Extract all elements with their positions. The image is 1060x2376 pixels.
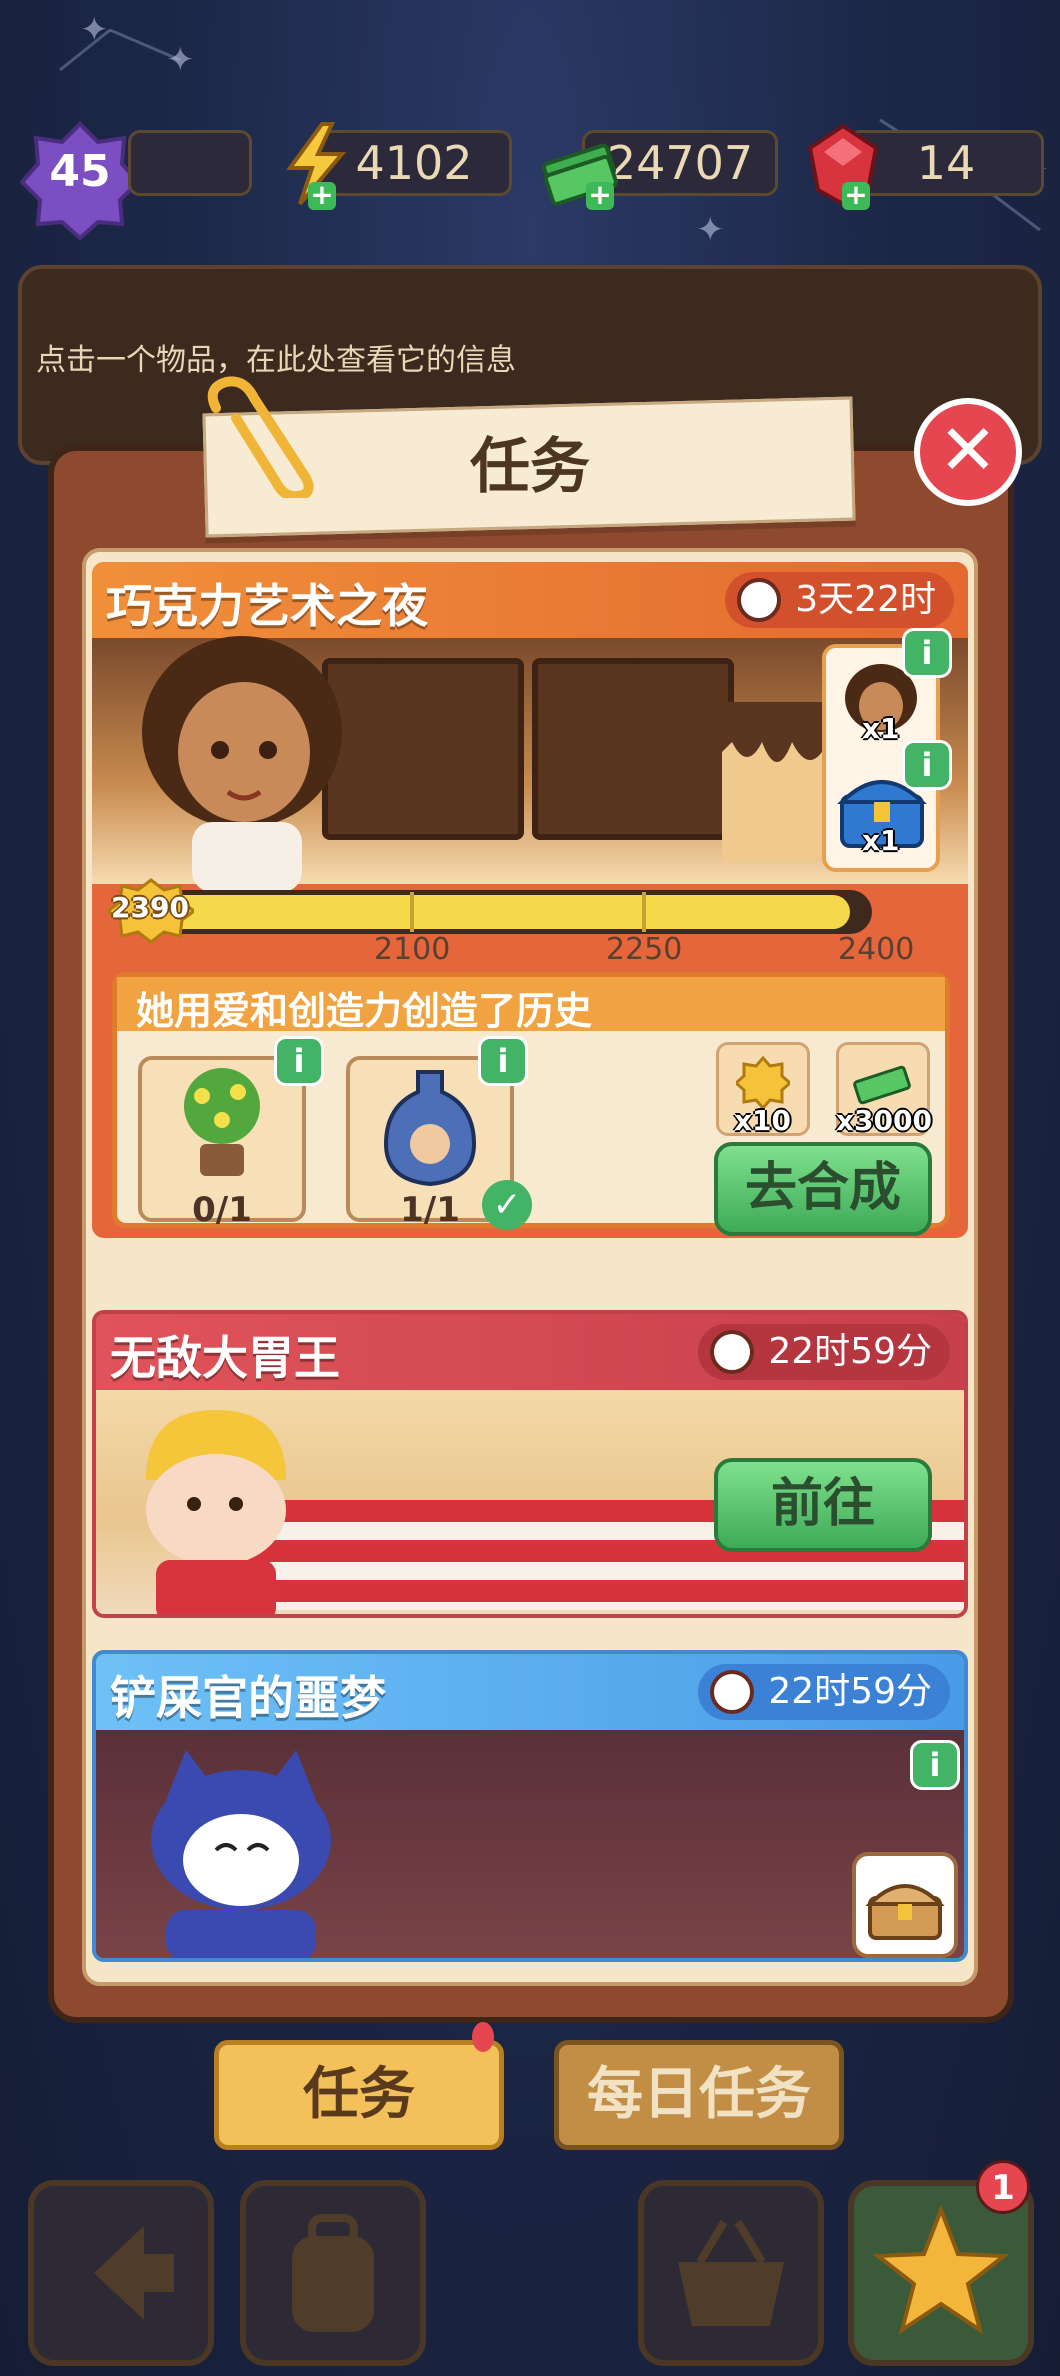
chocolate-drip-cake-icon	[722, 702, 822, 862]
timer-text: 3天22时	[795, 579, 936, 620]
add-cash-button[interactable]: +	[586, 181, 614, 210]
backpack-button[interactable]	[240, 2180, 426, 2366]
level-progress-bar	[128, 130, 252, 196]
current-score: 2390	[111, 891, 189, 924]
quest-title: 铲屎官的噩梦	[110, 1671, 386, 1725]
info-button[interactable]: i	[478, 1036, 528, 1086]
quest-card-cat-owner: 铲屎官的噩梦 22时59分 i	[92, 1650, 968, 1962]
milestone-label: 2100	[374, 932, 451, 967]
quest-timer: 3天22时	[725, 572, 954, 628]
timer-text: 22时59分	[768, 1671, 932, 1712]
potted-plant-icon	[184, 1068, 260, 1176]
reward-amount: x10	[734, 1104, 792, 1137]
backpack-icon	[292, 2214, 374, 2332]
level-number: 45	[49, 146, 111, 197]
tab-quests[interactable]: 任务	[214, 2040, 504, 2150]
clock-icon	[737, 578, 782, 622]
clock-icon	[710, 1330, 755, 1374]
info-button[interactable]: i	[902, 740, 952, 790]
tab-daily-quests[interactable]: 每日任务	[554, 2040, 844, 2150]
requirement-count: 0/1	[192, 1190, 252, 1230]
star-icon: ✦	[80, 10, 109, 50]
quest-timer: 22时59分	[698, 1664, 950, 1720]
back-arrow-icon	[94, 2226, 174, 2320]
info-button[interactable]: i	[274, 1036, 324, 1086]
cat-character-portrait	[151, 1750, 331, 1958]
quest-title: 无敌大胃王	[110, 1331, 340, 1385]
artist-character-portrait	[142, 636, 342, 892]
back-button[interactable]	[28, 2180, 214, 2366]
go-merge-button[interactable]: 去合成	[714, 1142, 932, 1236]
vase-icon	[383, 1070, 477, 1187]
star-icon: ✦	[696, 210, 725, 250]
chef-character-portrait	[146, 1410, 286, 1614]
reward-amount: x1	[862, 824, 900, 857]
milestone-divider	[410, 892, 414, 932]
go-to-button[interactable]: 前往	[714, 1458, 932, 1552]
quest-description: 她用爱和创造力创造了历史	[136, 989, 593, 1033]
timer-text: 22时59分	[768, 1331, 932, 1372]
quest-progress-fill	[126, 895, 850, 929]
milestone-divider	[642, 892, 646, 932]
milestone-label: 2250	[606, 932, 683, 967]
panel-title: 任务	[470, 432, 590, 502]
info-button[interactable]: i	[902, 628, 952, 678]
reward-amount: x1	[862, 712, 900, 745]
tab-notification-dot	[472, 2022, 494, 2052]
add-gems-button[interactable]: +	[842, 181, 870, 210]
milestone-label: 2400	[838, 932, 915, 967]
basket-icon	[678, 2219, 784, 2326]
notification-badge: 1	[976, 2160, 1030, 2214]
reward-chest-slot[interactable]	[852, 1852, 958, 1958]
add-energy-button[interactable]: +	[308, 181, 336, 210]
completed-check-icon: ✓	[482, 1180, 532, 1230]
reward-amount: x3000	[836, 1104, 932, 1137]
clock-icon	[710, 1670, 755, 1714]
info-button[interactable]: i	[910, 1740, 960, 1790]
close-button[interactable]: ✕	[914, 398, 1022, 506]
quest-timer: 22时59分	[698, 1324, 950, 1380]
coin-flower-icon	[736, 1056, 790, 1110]
shop-basket-button[interactable]	[638, 2180, 824, 2366]
treasure-chest-icon	[865, 1884, 945, 1940]
cash-stack-icon	[853, 1065, 911, 1105]
star-icon: ✦	[166, 40, 195, 80]
